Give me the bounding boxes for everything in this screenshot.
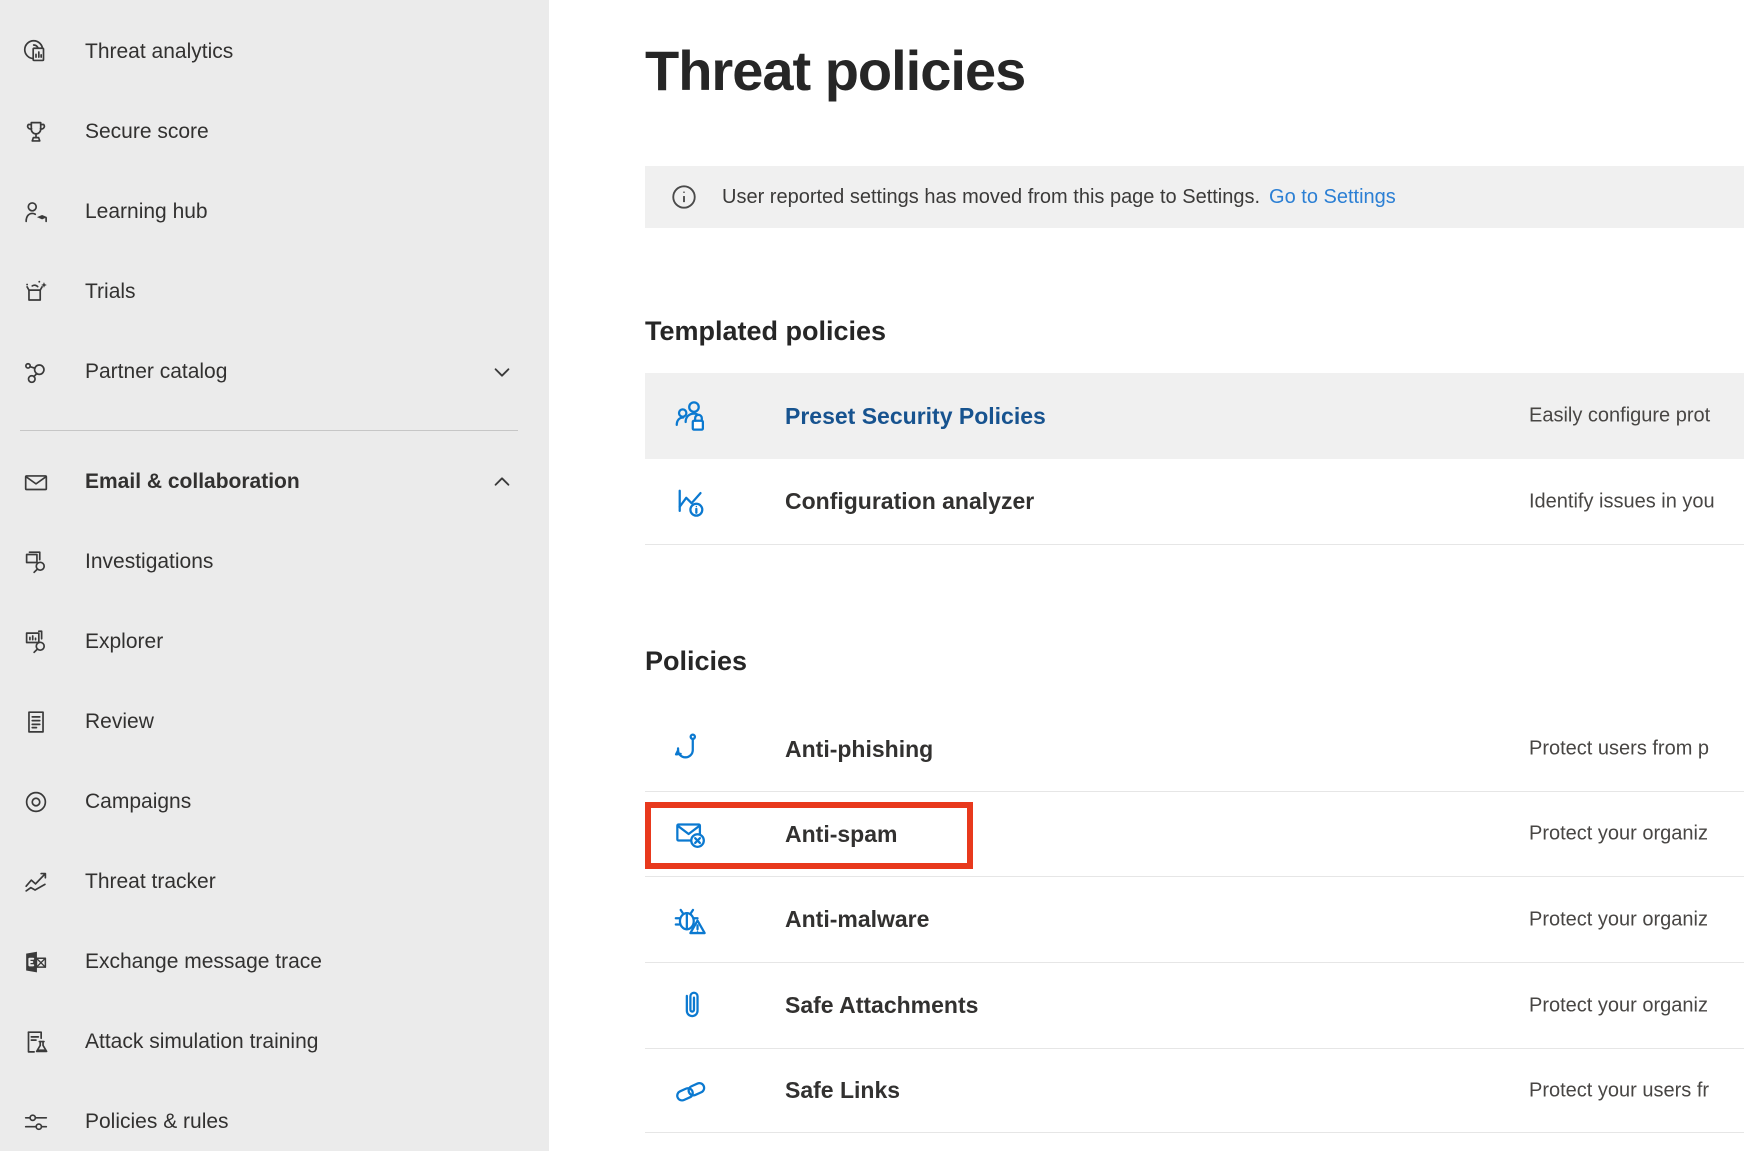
- sidebar-item-explorer[interactable]: Explorer: [0, 602, 549, 682]
- row-preset-security-policies[interactable]: Preset Security Policies Easily configur…: [645, 373, 1744, 459]
- chevron-up-icon[interactable]: [491, 471, 513, 493]
- policy-name-link[interactable]: Preset Security Policies: [785, 403, 1046, 430]
- sidebar-item-threat-tracker[interactable]: Threat tracker: [0, 842, 549, 922]
- sidebar-item-label: Campaigns: [85, 790, 191, 814]
- policy-name[interactable]: Anti-malware: [785, 906, 929, 933]
- safe-links-icon: [672, 1072, 710, 1110]
- policy-name[interactable]: Safe Links: [785, 1077, 900, 1104]
- sidebar-item-label: Review: [85, 710, 154, 734]
- sidebar-item-policies-rules[interactable]: Policies & rules: [0, 1082, 549, 1151]
- sidebar-item-label: Email & collaboration: [85, 470, 300, 494]
- policy-name[interactable]: Safe Attachments: [785, 992, 978, 1019]
- anti-malware-icon: [672, 901, 710, 939]
- safe-attachments-icon: [672, 987, 710, 1025]
- sidebar-item-label: Secure score: [85, 120, 209, 144]
- threat-analytics-icon: [20, 36, 52, 68]
- policy-description: Easily configure prot: [1529, 405, 1744, 428]
- row-configuration-analyzer[interactable]: Configuration analyzer Identify issues i…: [645, 459, 1744, 545]
- sidebar-divider: [20, 430, 518, 431]
- row-safe-links[interactable]: Safe Links Protect your users fr: [645, 1049, 1744, 1133]
- configuration-analyzer-icon: [672, 483, 710, 521]
- review-icon: [20, 706, 52, 738]
- anti-phishing-icon: [672, 730, 710, 768]
- security-portal-page: Threat analytics Secure score Learning h…: [0, 0, 1744, 1151]
- sidebar-item-label: Learning hub: [85, 200, 208, 224]
- policy-name[interactable]: Anti-spam: [785, 821, 897, 848]
- policy-description: Protect your organiz: [1529, 908, 1744, 931]
- sidebar-item-secure-score[interactable]: Secure score: [0, 92, 549, 172]
- sidebar-item-email-collaboration[interactable]: Email & collaboration: [0, 442, 549, 522]
- sidebar-item-trials[interactable]: Trials: [0, 252, 549, 332]
- sidebar-item-learning-hub[interactable]: Learning hub: [0, 172, 549, 252]
- policy-name[interactable]: Anti-phishing: [785, 736, 933, 763]
- sidebar-item-label: Investigations: [85, 550, 213, 574]
- preset-security-icon: [672, 397, 710, 435]
- sidebar-item-label: Attack simulation training: [85, 1030, 318, 1054]
- anti-spam-icon: [672, 815, 710, 853]
- policies-rules-icon: [20, 1106, 52, 1138]
- sidebar-item-label: Policies & rules: [85, 1110, 229, 1134]
- threat-tracker-icon: [20, 866, 52, 898]
- sidebar-item-label: Explorer: [85, 630, 163, 654]
- trials-icon: [20, 276, 52, 308]
- policy-description: Protect your organiz: [1529, 994, 1744, 1017]
- sidebar-item-campaigns[interactable]: Campaigns: [0, 762, 549, 842]
- sidebar-item-review[interactable]: Review: [0, 682, 549, 762]
- page-title: Threat policies: [645, 38, 1025, 103]
- campaigns-icon: [20, 786, 52, 818]
- policy-description: Protect your organiz: [1529, 823, 1744, 846]
- policy-description: Identify issues in you: [1529, 490, 1744, 513]
- chevron-down-icon[interactable]: [491, 361, 513, 383]
- sidebar-item-label: Threat analytics: [85, 40, 233, 64]
- sidebar-item-label: Exchange message trace: [85, 950, 322, 974]
- row-anti-phishing[interactable]: Anti-phishing Protect users from p: [645, 707, 1744, 792]
- sidebar-nav: Threat analytics Secure score Learning h…: [0, 0, 549, 1151]
- policy-description: Protect your users fr: [1529, 1079, 1744, 1102]
- section-heading-templated-policies: Templated policies: [645, 316, 886, 347]
- investigations-icon: [20, 546, 52, 578]
- sidebar-item-label: Trials: [85, 280, 136, 304]
- sidebar-item-exchange-message-trace[interactable]: Exchange message trace: [0, 922, 549, 1002]
- partner-catalog-icon: [20, 356, 52, 388]
- info-banner: User reported settings has moved from th…: [645, 166, 1744, 228]
- learning-hub-icon: [20, 196, 52, 228]
- go-to-settings-link[interactable]: Go to Settings: [1269, 186, 1396, 209]
- explorer-icon: [20, 626, 52, 658]
- sidebar-item-label: Threat tracker: [85, 870, 216, 894]
- secure-score-icon: [20, 116, 52, 148]
- row-anti-malware[interactable]: Anti-malware Protect your organiz: [645, 877, 1744, 963]
- policy-description: Protect users from p: [1529, 738, 1744, 761]
- attack-simulation-icon: [20, 1026, 52, 1058]
- email-collaboration-icon: [20, 466, 52, 498]
- sidebar-item-investigations[interactable]: Investigations: [0, 522, 549, 602]
- section-heading-policies: Policies: [645, 646, 747, 677]
- sidebar-item-partner-catalog[interactable]: Partner catalog: [0, 332, 549, 412]
- banner-message: User reported settings has moved from th…: [722, 186, 1260, 209]
- sidebar-item-attack-simulation-training[interactable]: Attack simulation training: [0, 1002, 549, 1082]
- sidebar-item-threat-analytics[interactable]: Threat analytics: [0, 12, 549, 92]
- sidebar-item-label: Partner catalog: [85, 360, 227, 384]
- row-safe-attachments[interactable]: Safe Attachments Protect your organiz: [645, 963, 1744, 1049]
- policy-name[interactable]: Configuration analyzer: [785, 488, 1034, 515]
- main-content: Threat policies User reported settings h…: [549, 0, 1744, 1151]
- exchange-icon: [20, 946, 52, 978]
- row-anti-spam[interactable]: Anti-spam Protect your organiz: [645, 792, 1744, 877]
- info-icon: [670, 183, 698, 211]
